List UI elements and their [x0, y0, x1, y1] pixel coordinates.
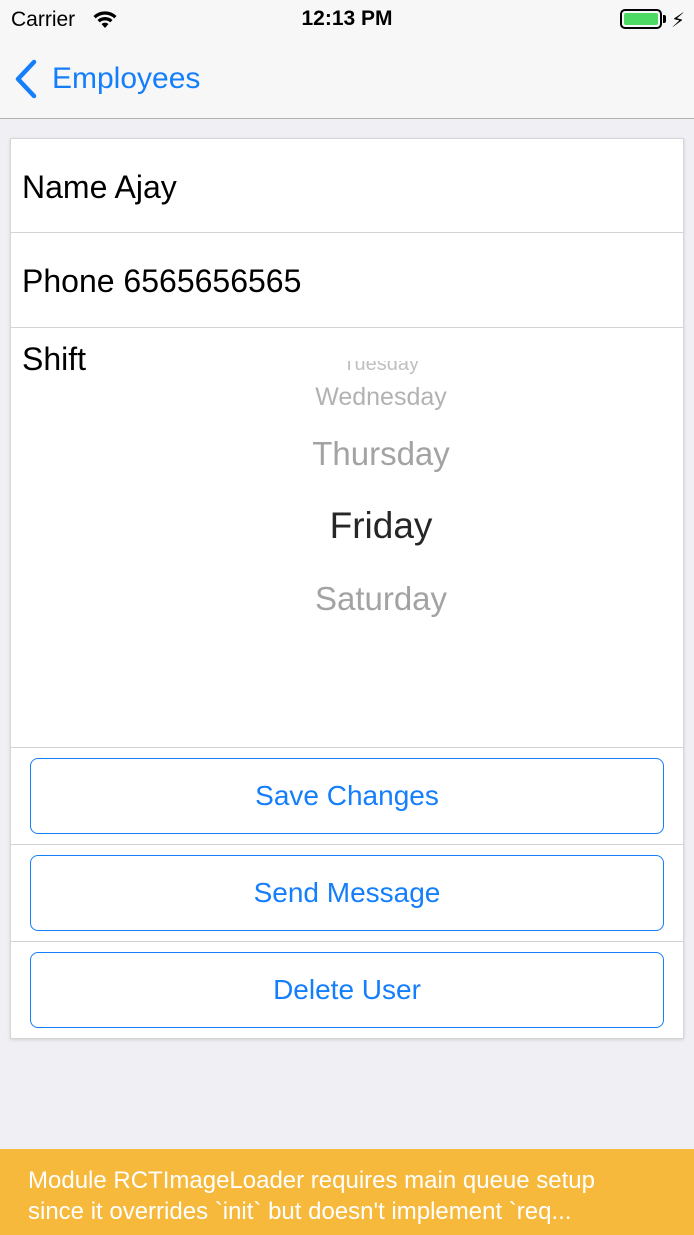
save-button-row: Save Changes	[11, 748, 683, 845]
warning-line-1: Module RCTImageLoader requires main queu…	[28, 1167, 595, 1194]
yellow-box-warning[interactable]: Module RCTImageLoader requires main queu…	[0, 1149, 694, 1235]
delete-user-button[interactable]: Delete User	[30, 952, 664, 1028]
back-button[interactable]: Employees	[14, 54, 200, 104]
send-button-row: Send Message	[11, 845, 683, 942]
battery-tip	[663, 15, 666, 23]
phone-row[interactable]: Phone 6565656565	[11, 233, 683, 328]
picker-option-tuesday[interactable]: Tuesday	[11, 361, 694, 375]
save-changes-button[interactable]: Save Changes	[30, 758, 664, 834]
chevron-left-icon	[15, 59, 37, 99]
charging-bolt-icon: ⚡︎	[671, 10, 686, 32]
picker-option-friday-selected[interactable]: Friday	[11, 505, 694, 547]
delete-button-row: Delete User	[11, 942, 683, 1039]
shift-picker[interactable]: Tuesday Wednesday Thursday Friday Saturd…	[11, 328, 683, 748]
send-message-button[interactable]: Send Message	[30, 855, 664, 931]
navigation-bar: Employees	[0, 40, 694, 119]
status-bar: Carrier 12:13 PM ⚡︎	[0, 0, 694, 40]
warning-line-2: since it overrides `init` but doesn't im…	[28, 1198, 572, 1225]
clock: 12:13 PM	[301, 7, 393, 30]
back-label: Employees	[52, 62, 201, 95]
name-text: Name Ajay	[22, 169, 177, 205]
employee-form-card: Name Ajay Phone 6565656565 Shift Tuesday…	[10, 138, 684, 1039]
shift-row: Shift Tuesday Wednesday Thursday Friday …	[11, 328, 683, 748]
battery-icon	[620, 9, 662, 29]
picker-option-saturday[interactable]: Saturday	[11, 580, 694, 618]
phone-text: Phone 6565656565	[22, 263, 302, 299]
name-row[interactable]: Name Ajay	[11, 139, 683, 233]
picker-option-thursday[interactable]: Thursday	[11, 435, 694, 473]
picker-option-wednesday[interactable]: Wednesday	[11, 383, 694, 412]
